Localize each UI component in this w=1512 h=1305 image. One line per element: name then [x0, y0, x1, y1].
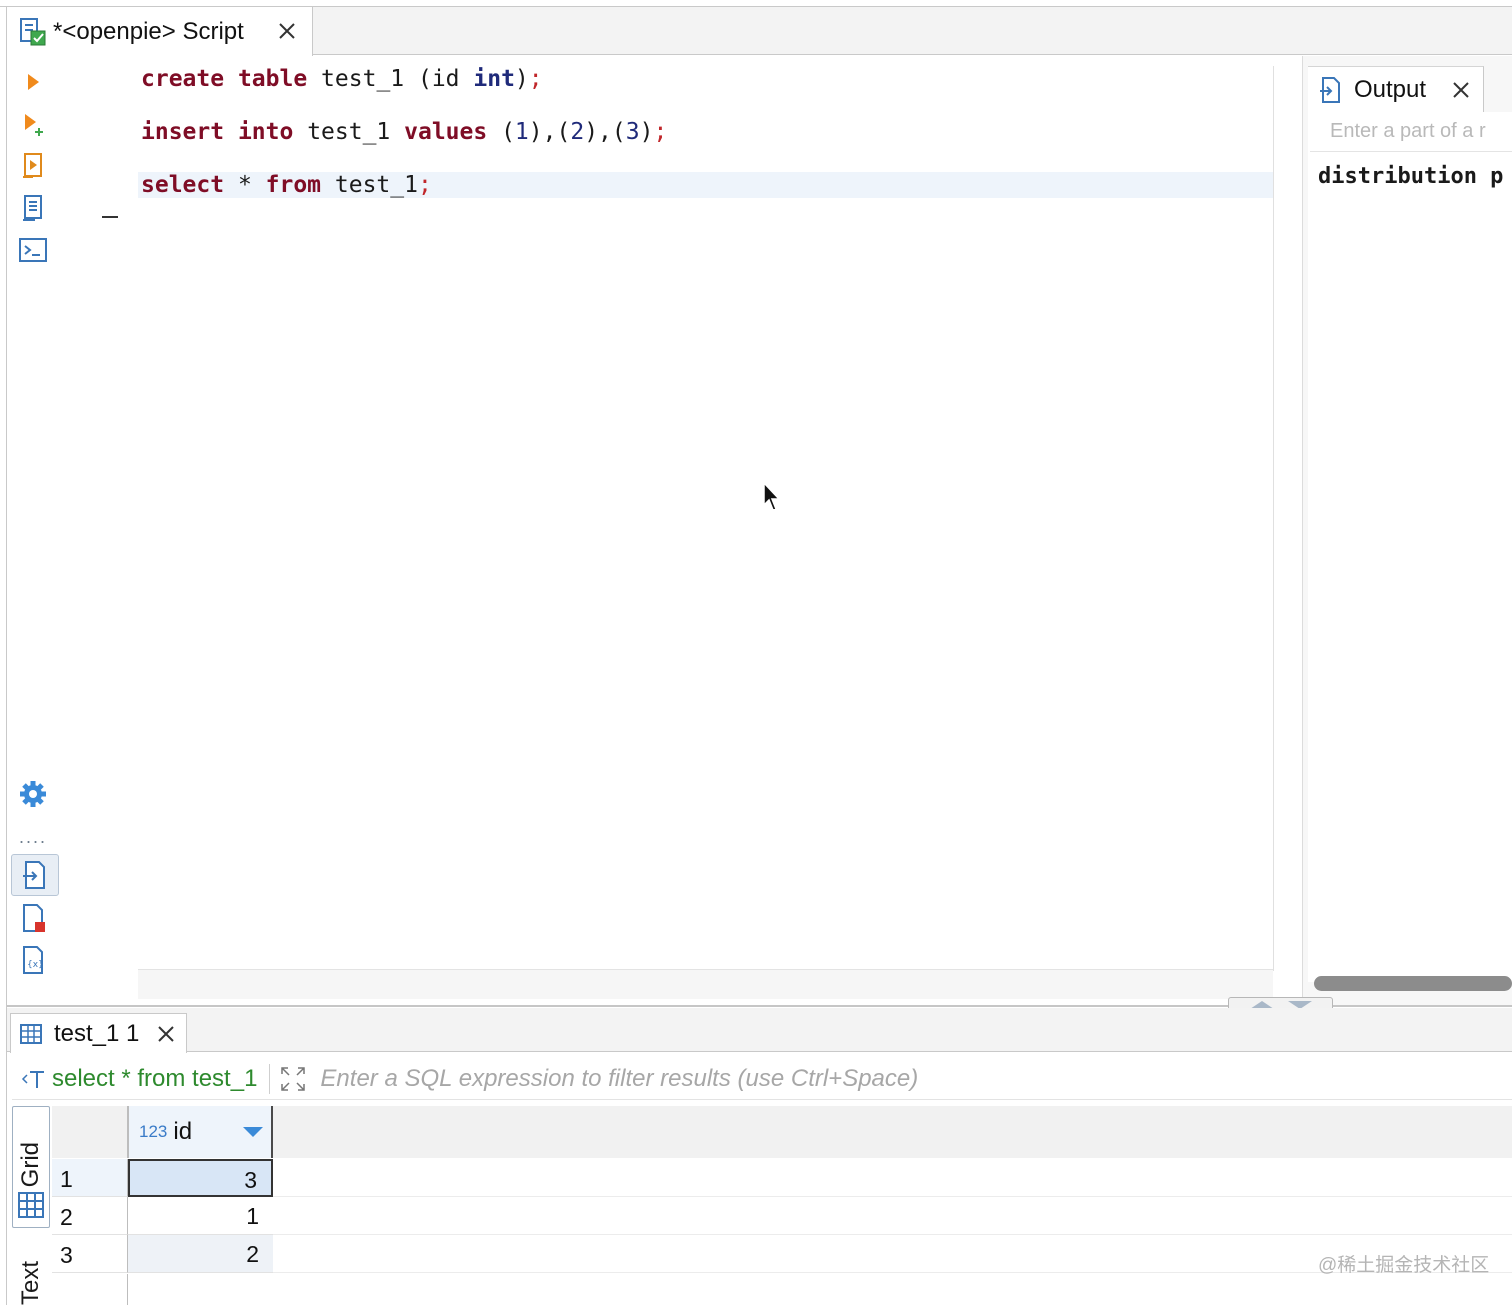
- execute-statement-icon: [28, 74, 39, 90]
- output-panel-icon: [23, 861, 45, 889]
- code-token: test_1: [321, 172, 418, 198]
- sort-dropdown-icon[interactable]: [243, 1127, 263, 1137]
- code-token: from: [265, 172, 322, 198]
- tab-output-label: Output: [1354, 75, 1427, 103]
- code-token: test_1: [293, 119, 405, 145]
- output-text: distribution p: [1318, 164, 1504, 189]
- results-filter-bar: select * from test_1 Enter a SQL express…: [12, 1058, 1512, 1100]
- tab-results-label: test_1 1: [54, 1019, 140, 1047]
- column-header-id[interactable]: 123 id: [128, 1106, 273, 1158]
- column-name: id: [173, 1118, 193, 1145]
- tab-grid-label: Grid: [17, 1141, 44, 1187]
- watermark: @稀土掘金技术社区: [1318, 1255, 1490, 1276]
- explain-plan-icon: [23, 153, 42, 178]
- execute-script-button[interactable]: [17, 108, 49, 140]
- row-number[interactable]: 3: [52, 1235, 128, 1273]
- code-token: ): [514, 66, 529, 92]
- open-console-icon: [19, 238, 47, 262]
- sql-script-icon: [20, 17, 46, 45]
- code-line[interactable]: select * from test_1;: [141, 171, 432, 199]
- code-token: table: [237, 66, 308, 92]
- editor-right-border: [1273, 66, 1274, 971]
- error-log-button[interactable]: [17, 902, 49, 934]
- tab-text[interactable]: Text: [12, 1242, 50, 1305]
- code-token: ),(: [528, 119, 571, 145]
- column-type-badge: 123: [139, 1122, 168, 1141]
- code-token: ;: [653, 119, 668, 145]
- more-icon[interactable]: ....: [19, 828, 47, 846]
- explain-plan-button[interactable]: [17, 150, 49, 182]
- output-icon: [1320, 76, 1340, 103]
- open-console-button[interactable]: [17, 234, 49, 266]
- tab-results[interactable]: test_1 1: [10, 1013, 187, 1053]
- sql-text-icon: [21, 1070, 44, 1088]
- tab-script[interactable]: *<openpie> Script: [7, 7, 313, 56]
- execute-script-icon: [25, 114, 43, 136]
- results-filter-input[interactable]: Enter a SQL expression to filter results…: [320, 1065, 918, 1093]
- code-token: (: [487, 119, 515, 145]
- code-token: values: [404, 119, 488, 145]
- settings-button[interactable]: [17, 778, 49, 810]
- grid-icon: [18, 1192, 44, 1218]
- output-filter-input[interactable]: Enter a part of a r: [1310, 114, 1512, 152]
- results-query[interactable]: select * from test_1: [52, 1065, 257, 1093]
- fold-marker: [102, 216, 118, 218]
- code-line[interactable]: insert into test_1 values (1),(2),(3);: [141, 118, 667, 146]
- row-number[interactable]: 1: [52, 1159, 128, 1197]
- code-token: 2: [570, 119, 585, 145]
- code-token: into: [237, 119, 294, 145]
- error-log-icon: [23, 904, 45, 932]
- tab-grid[interactable]: Grid: [12, 1106, 50, 1228]
- code-token: ),(: [584, 119, 626, 145]
- execute-statement-button[interactable]: [17, 66, 49, 98]
- code-token: test_1 (id: [307, 66, 474, 92]
- code-token: int: [473, 66, 515, 92]
- code-token: select: [141, 172, 225, 198]
- code-token: ;: [528, 66, 543, 92]
- code-token: 1: [514, 119, 529, 145]
- row-divider: [273, 1196, 1512, 1197]
- code-token: ): [639, 119, 654, 145]
- code-token: 3: [625, 119, 640, 145]
- load-script-icon: [23, 195, 42, 221]
- code-token: insert: [141, 119, 225, 145]
- code-token: ;: [417, 172, 432, 198]
- code-token: create: [141, 66, 225, 92]
- divider: [269, 1063, 271, 1094]
- expand-icon[interactable]: [278, 1064, 308, 1094]
- output-body: [1308, 112, 1512, 982]
- variables-button[interactable]: {x}: [17, 944, 49, 976]
- tab-script-label: *<openpie> Script: [53, 17, 244, 45]
- close-icon[interactable]: [275, 19, 299, 43]
- code-line[interactable]: create table test_1 (id int);: [141, 65, 543, 93]
- grid-corner[interactable]: [52, 1106, 128, 1158]
- table-cell[interactable]: 1: [128, 1197, 273, 1235]
- tab-text-label: Text: [17, 1260, 44, 1305]
- settings-icon: [20, 781, 46, 807]
- table-cell[interactable]: 2: [128, 1235, 273, 1273]
- load-script-button[interactable]: [17, 192, 49, 224]
- table-icon: [20, 1023, 42, 1044]
- editor-horizontal-scrollbar[interactable]: [138, 969, 1273, 999]
- output-panel-button[interactable]: [11, 854, 59, 896]
- row-number[interactable]: 2: [52, 1197, 128, 1235]
- row-header-border: [127, 1274, 128, 1305]
- sql-editor[interactable]: create table test_1 (id int); insert int…: [60, 56, 1273, 971]
- variables-icon: {x}: [23, 946, 44, 974]
- editor-left-toolbar: .... {x}: [7, 56, 59, 1006]
- close-icon[interactable]: [1450, 79, 1472, 101]
- close-icon[interactable]: [155, 1023, 177, 1045]
- output-horizontal-scrollbar[interactable]: [1314, 976, 1512, 991]
- svg-text:{x}: {x}: [27, 960, 44, 970]
- tab-output[interactable]: Output: [1308, 66, 1484, 112]
- results-tab-bar: [7, 1008, 1512, 1052]
- results-view-switcher: Grid Text: [12, 1106, 50, 1305]
- code-token: *: [224, 172, 266, 198]
- table-cell[interactable]: 3: [128, 1159, 273, 1197]
- mouse-pointer-icon: [763, 481, 781, 511]
- row-divider: [273, 1234, 1512, 1235]
